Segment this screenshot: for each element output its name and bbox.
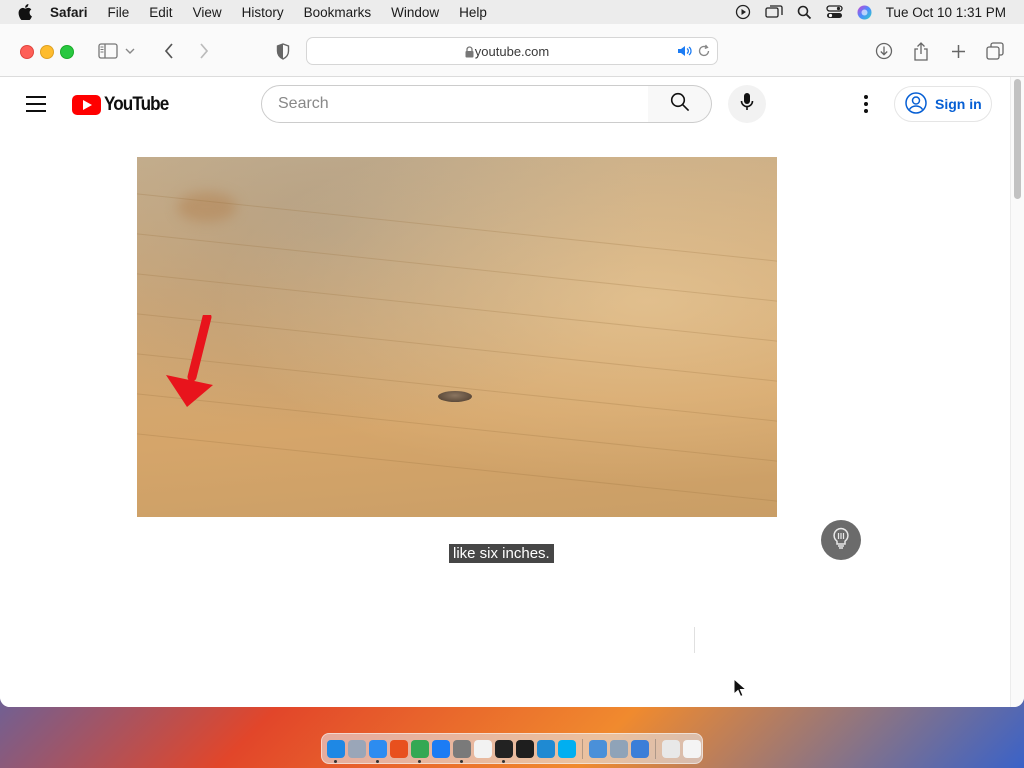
menu-bookmarks[interactable]: Bookmarks (304, 5, 372, 20)
zoom-window-button[interactable] (60, 45, 74, 59)
sidebar-toggle-icon[interactable] (95, 38, 121, 64)
menu-file[interactable]: File (108, 5, 130, 20)
menu-clock[interactable]: Tue Oct 10 1:31 PM (886, 5, 1006, 20)
menu-window[interactable]: Window (391, 5, 439, 20)
divider-line (694, 627, 695, 653)
search-input[interactable]: Search (261, 85, 649, 123)
dock-terminal-icon[interactable] (495, 739, 513, 763)
downloads-icon[interactable] (871, 38, 897, 64)
video-player[interactable] (137, 157, 777, 517)
youtube-page: YouTube Search Sign in like six inches. (0, 77, 1010, 707)
menu-view[interactable]: View (193, 5, 222, 20)
search-icon (670, 92, 690, 117)
address-bar[interactable]: youtube.com (306, 37, 718, 65)
dock-separator (582, 738, 583, 759)
menu-history[interactable]: History (242, 5, 284, 20)
dock-figma-icon[interactable] (516, 739, 534, 758)
microphone-icon (740, 92, 754, 117)
dock-preview-icon[interactable] (589, 739, 607, 758)
sign-in-label: Sign in (935, 96, 982, 112)
lightbulb-extension-button[interactable] (821, 520, 861, 560)
dock-safari-icon[interactable] (369, 739, 387, 763)
dock-textedit-icon[interactable] (474, 739, 492, 758)
youtube-logo-text: YouTube (104, 94, 169, 115)
dock-launchpad-icon[interactable] (348, 739, 366, 758)
dock-trash-icon[interactable] (683, 739, 701, 758)
control-center-icon[interactable] (826, 5, 843, 19)
siri-icon[interactable] (857, 5, 872, 20)
dock-firefox-icon[interactable] (390, 739, 408, 758)
safari-window: youtube.com YouTube Search Sign in like … (0, 24, 1024, 707)
account-icon (905, 91, 935, 117)
menu-edit[interactable]: Edit (149, 5, 172, 20)
reload-icon[interactable] (697, 44, 711, 63)
dock-system-settings-icon[interactable] (453, 739, 471, 763)
dock (321, 733, 703, 764)
page-scrollbar[interactable] (1010, 77, 1024, 707)
dock-separator (655, 738, 656, 759)
close-window-button[interactable] (20, 45, 34, 59)
tab-group-chevron-icon[interactable] (123, 38, 137, 64)
tab-overview-icon[interactable] (982, 38, 1008, 64)
url-text: youtube.com (474, 44, 550, 59)
menu-bar: Safari File Edit View History Bookmarks … (0, 0, 1024, 24)
dock-vscode-icon[interactable] (537, 739, 555, 758)
menu-app-name[interactable]: Safari (50, 5, 88, 20)
dock-app-store-icon[interactable] (432, 739, 450, 758)
coin-object (438, 391, 472, 402)
dock-image-capture-icon[interactable] (610, 739, 628, 758)
share-icon[interactable] (908, 38, 934, 64)
minimize-window-button[interactable] (40, 45, 54, 59)
dock-skype-icon[interactable] (558, 739, 576, 758)
spotlight-search-icon[interactable] (797, 5, 812, 20)
youtube-logo[interactable]: YouTube (72, 94, 175, 116)
more-options-icon[interactable] (860, 93, 872, 115)
dock-xcode-icon[interactable] (631, 739, 649, 758)
dock-finder-icon[interactable] (327, 739, 345, 763)
search-button[interactable] (648, 85, 712, 123)
forward-button-icon[interactable] (191, 38, 217, 64)
mouse-cursor-icon (733, 678, 747, 698)
privacy-shield-icon[interactable] (270, 38, 296, 64)
audio-playing-icon[interactable] (677, 44, 693, 63)
new-tab-icon[interactable] (945, 38, 971, 64)
scrollbar-thumb[interactable] (1014, 79, 1021, 199)
dock-chrome-icon[interactable] (411, 739, 429, 763)
youtube-play-icon (72, 95, 101, 115)
apple-menu-icon[interactable] (18, 4, 33, 20)
back-button-icon[interactable] (156, 38, 182, 64)
safari-toolbar: youtube.com (0, 24, 1024, 77)
video-blur (177, 192, 237, 222)
screen-mirroring-icon[interactable] (765, 5, 783, 19)
voice-search-button[interactable] (728, 85, 766, 123)
hamburger-menu-icon[interactable] (26, 96, 46, 112)
menu-help[interactable]: Help (459, 5, 487, 20)
dock-downloads-stack-icon[interactable] (662, 739, 680, 758)
video-caption: like six inches. (449, 544, 554, 563)
sign-in-button[interactable]: Sign in (894, 86, 992, 122)
red-arrow-icon (166, 315, 213, 407)
now-playing-icon[interactable] (735, 4, 751, 20)
lightbulb-icon (831, 527, 851, 554)
